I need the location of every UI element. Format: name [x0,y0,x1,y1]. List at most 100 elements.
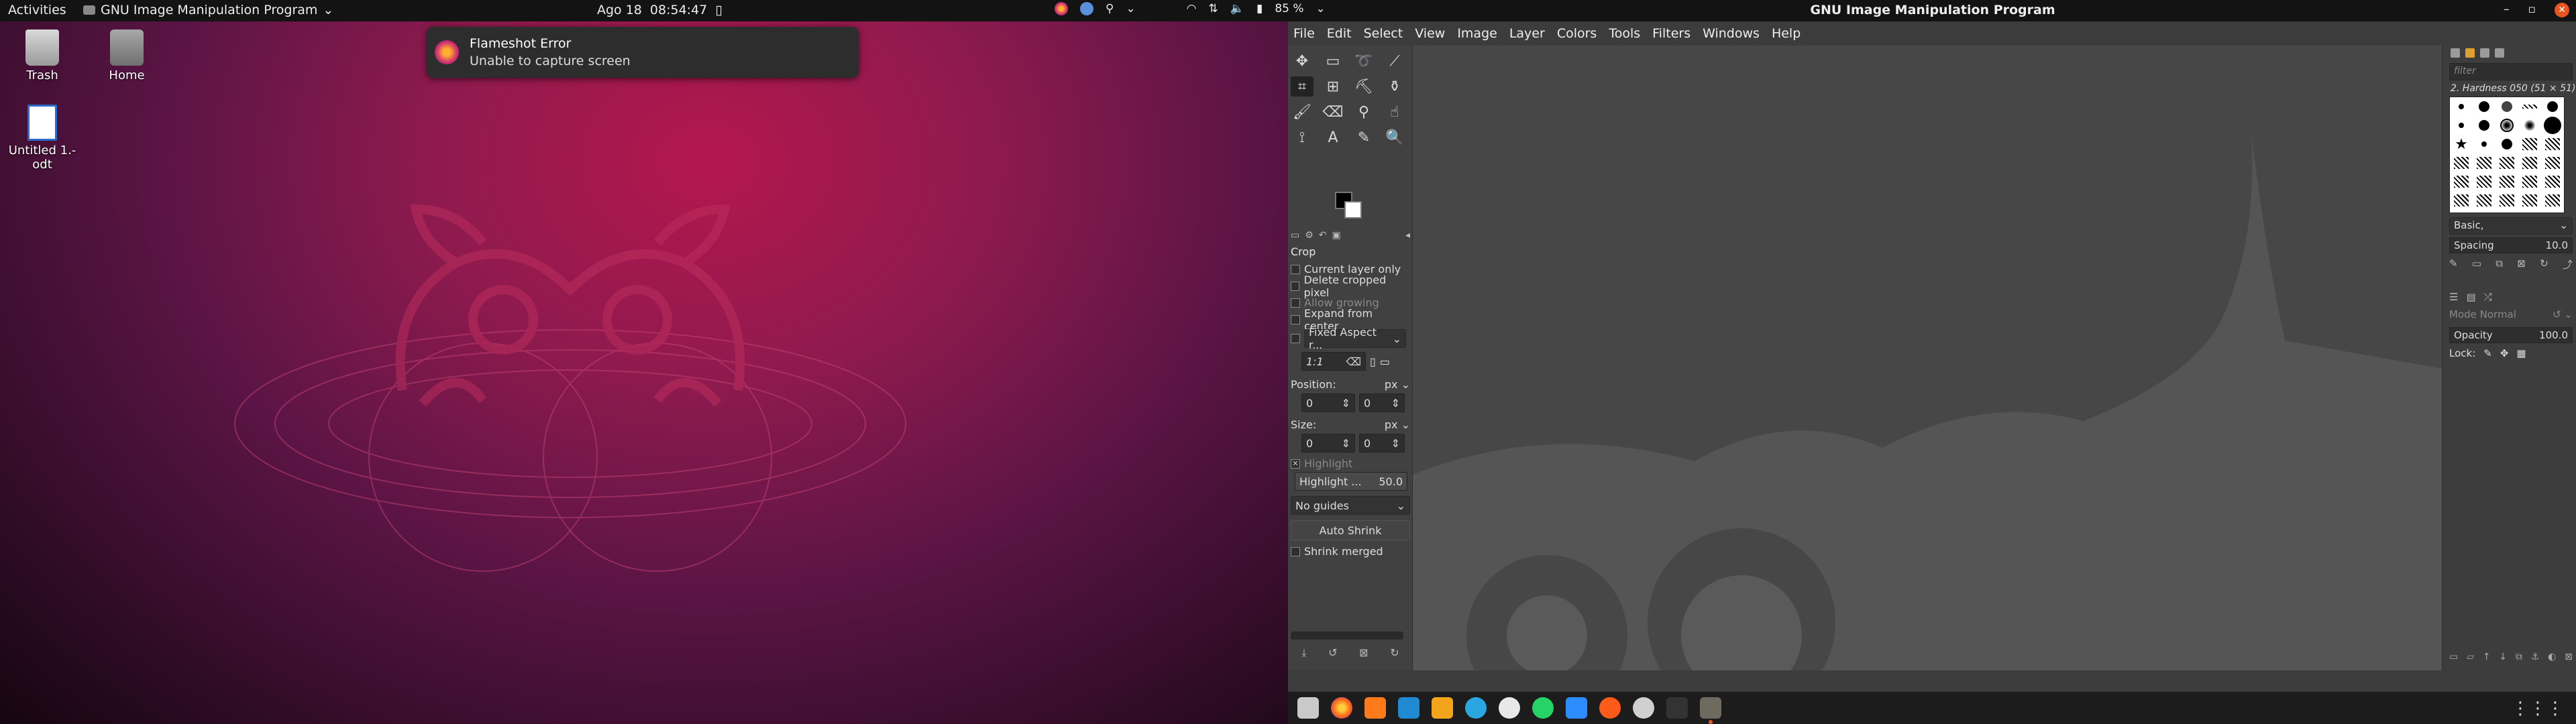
move-tool-icon[interactable]: ✥ [1291,51,1313,71]
lock-position-icon[interactable]: ✥ [2500,347,2509,359]
show-applications-icon[interactable]: ⋮⋮⋮ [2512,699,2564,719]
files-icon[interactable] [1297,697,1319,719]
clock[interactable]: Ago 18 08:54:47 ▯ [597,3,722,17]
menu-view[interactable]: View [1413,25,1446,42]
smudge-tool-icon[interactable]: ☝ [1383,102,1406,122]
mask-layer-icon[interactable]: ◐ [2548,652,2556,662]
channels-tab-icon[interactable]: ▤ [2466,291,2475,303]
zoom-icon[interactable] [1566,697,1587,719]
menu-help[interactable]: Help [1770,25,1802,42]
brush-item[interactable] [2479,120,2489,131]
menu-colors[interactable]: Colors [1556,25,1599,42]
delete-cropped-checkbox[interactable]: Delete cropped pixel [1291,274,1410,299]
size-unit-select[interactable]: px ⌄ [1385,418,1410,431]
delete-options-icon[interactable]: ⊠ [1359,646,1368,660]
menu-windows[interactable]: Windows [1701,25,1761,42]
battery-icon[interactable]: ▮ [1256,2,1263,15]
fuzzy-select-tool-icon[interactable]: ⟋ [1383,51,1406,71]
aspect-ratio-field[interactable]: 1:1 ⌫ [1301,352,1366,371]
crop-tool-icon[interactable]: ⌗ [1291,76,1313,97]
brush-item[interactable] [2500,194,2514,206]
disk-icon[interactable] [1633,697,1654,719]
shrink-merged-checkbox[interactable]: Shrink merged [1291,543,1410,560]
open-brush-icon[interactable]: ⤴ [2563,257,2573,272]
duplicate-brush-icon[interactable]: ⧉ [2496,257,2503,272]
software-icon[interactable] [1364,697,1386,719]
rect-select-tool-icon[interactable]: ▭ [1322,51,1344,71]
new-layer-icon[interactable]: ▭ [2449,652,2458,662]
lasso-tool-icon[interactable]: ➰ [1352,51,1375,71]
sublime-icon[interactable] [1432,697,1453,719]
size-h-field[interactable]: 0 ⇕ [1359,434,1405,452]
wifi-icon[interactable]: ◠ [1187,2,1197,15]
maximize-icon[interactable]: ▫ [2528,3,2536,17]
brush-item[interactable] [2522,157,2537,169]
terminal-icon[interactable] [1666,697,1688,719]
flameshot-tray-icon[interactable] [1055,2,1068,15]
notification-banner[interactable]: Flameshot Error Unable to capture screen [427,27,859,78]
brush-item[interactable] [2545,138,2560,150]
brush-item[interactable] [2545,176,2560,188]
brushes-tab-icon[interactable] [2451,48,2460,58]
brush-item[interactable] [2502,101,2512,112]
undo-history-tab-icon[interactable]: ↶ [1319,230,1327,241]
brush-filter-input[interactable]: filter [2449,63,2573,80]
brush-set-select[interactable]: Basic, ⌄ [2449,217,2573,235]
brush-item[interactable] [2481,141,2487,147]
gimp-dock-icon[interactable] [1700,697,1721,724]
highlight-opacity-slider[interactable]: Highlight ... 50.0 [1295,472,1407,491]
guides-select[interactable]: No guides ⌄ [1291,496,1410,515]
app-menu[interactable]: GNU Image Manipulation Program ⌄ [83,3,333,17]
duplicate-layer-icon[interactable]: ⧉ [2516,652,2522,662]
eraser-tool-icon[interactable]: ⌫ [1322,102,1344,122]
activities-button[interactable]: Activities [8,3,66,17]
fixed-aspect-checkbox[interactable] [1291,334,1300,343]
brush-item[interactable] [2544,117,2561,134]
brush-item[interactable] [2454,157,2469,169]
horizontal-scrollbar[interactable] [1291,631,1403,640]
save-options-icon[interactable]: ⤓ [1301,646,1306,660]
accessibility-icon[interactable]: ⚲ [1106,2,1114,15]
edit-brush-icon[interactable]: ✎ [2449,257,2458,272]
position-unit-select[interactable]: px ⌄ [1385,378,1410,391]
chrome-icon[interactable] [1499,697,1520,719]
brush-item[interactable] [2454,176,2469,188]
brush-item[interactable] [2522,194,2537,206]
menu-layer[interactable]: Layer [1508,25,1546,42]
volume-icon[interactable]: 🔈 [1230,2,1244,15]
menu-edit[interactable]: Edit [1326,25,1353,42]
brush-item[interactable] [2547,101,2558,112]
layer-opacity-slider[interactable]: Opacity 100.0 [2449,327,2573,343]
brush-item[interactable] [2500,176,2514,188]
position-y-field[interactable]: 0 ⇕ [1359,394,1405,412]
warp-tool-icon[interactable]: ⛏ [1352,76,1375,97]
menu-filters[interactable]: Filters [1651,25,1692,42]
text-tool-icon[interactable]: A [1322,127,1344,147]
color-picker-tool-icon[interactable]: ✎ [1352,127,1375,147]
brush-item[interactable] [2502,139,2512,149]
bucket-fill-tool-icon[interactable]: ⚱ [1383,76,1406,97]
menu-image[interactable]: Image [1456,25,1499,42]
brush-item[interactable] [2479,101,2489,112]
auto-shrink-button[interactable]: Auto Shrink [1291,520,1410,540]
brush-item[interactable] [2522,105,2537,109]
brush-spacing-slider[interactable]: Spacing 10.0 [2449,237,2573,253]
close-icon[interactable]: ✕ [2555,3,2569,17]
fixed-aspect-select[interactable]: Fixed Aspect r... ⌄ [1304,326,1406,351]
delete-layer-icon[interactable]: ⊠ [2565,652,2573,662]
menu-tools[interactable]: Tools [1607,25,1642,42]
desktop-icon-trash[interactable]: Trash [5,29,79,82]
brush-item[interactable] [2522,138,2537,150]
paths-tool-icon[interactable]: ⟟ [1291,127,1313,147]
postman-icon[interactable] [1599,697,1621,719]
brush-grid[interactable]: ★ [2449,97,2565,213]
lock-pixels-icon[interactable]: ✎ [2483,347,2492,359]
configure-tab-icon[interactable]: ◂ [1405,230,1410,241]
size-w-field[interactable]: 0 ⇕ [1301,434,1355,452]
image-canvas[interactable] [1413,46,2510,670]
brush-item[interactable] [2522,176,2537,188]
layers-tab-icon[interactable]: ☰ [2449,291,2458,303]
zoom-tool-icon[interactable]: 🔍 [1383,127,1406,147]
device-status-tab-icon[interactable]: ⚙ [1305,230,1313,241]
unified-transform-tool-icon[interactable]: ⊞ [1322,76,1344,97]
